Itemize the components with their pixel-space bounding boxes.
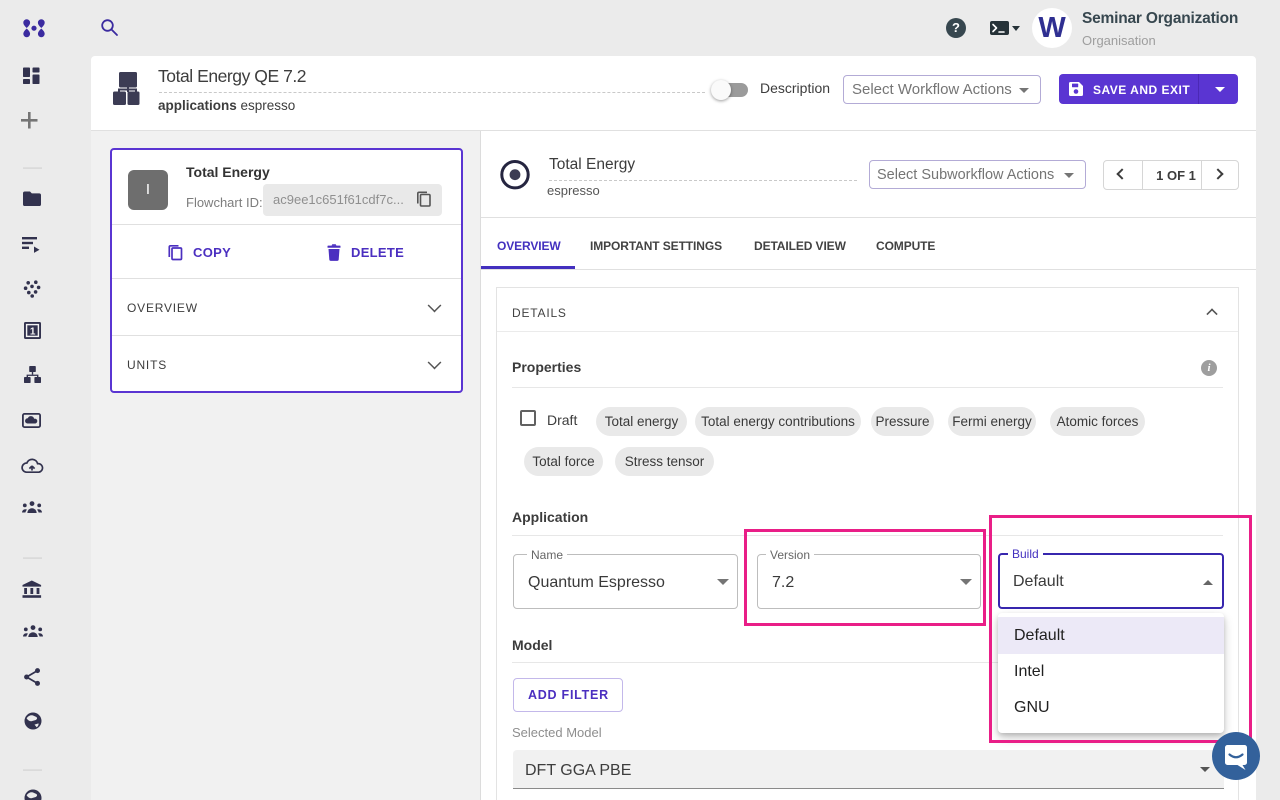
svg-text:1: 1: [30, 327, 36, 338]
